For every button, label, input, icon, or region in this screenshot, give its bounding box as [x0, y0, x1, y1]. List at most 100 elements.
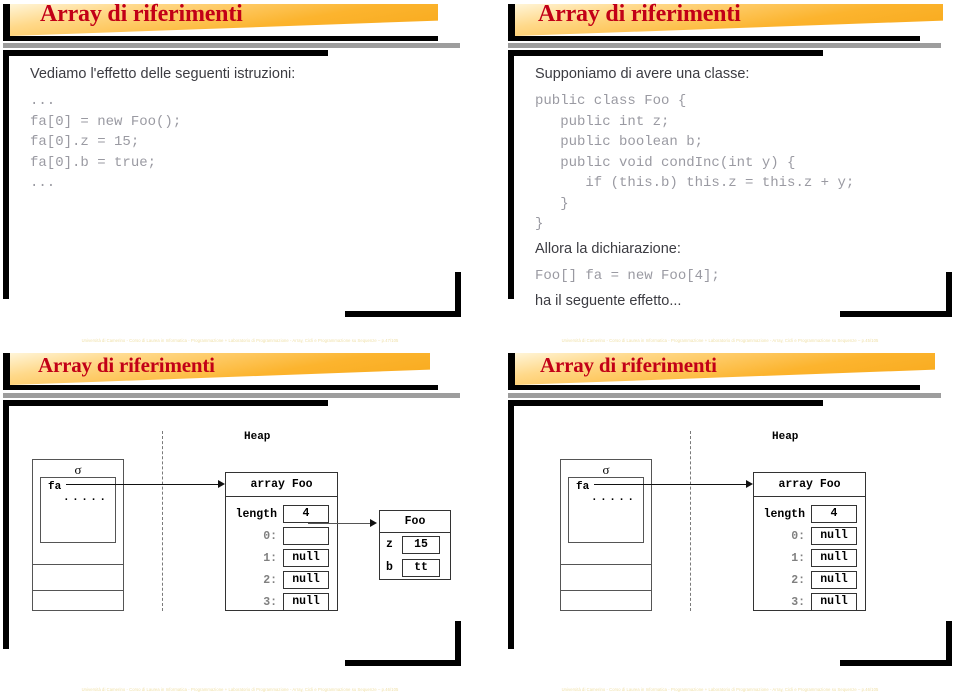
- slide-body: Supponiamo di avere una classe: public c…: [535, 64, 945, 309]
- array-fields: length 4 0: 1: null 2: null 3: null: [226, 497, 337, 613]
- env-divider-1: [561, 564, 651, 565]
- array-object-box: array Foo length 4 0: null 1: null 2: nu…: [753, 472, 866, 611]
- page-title: Array di riferimenti: [540, 353, 717, 377]
- length-label: length: [235, 507, 277, 521]
- code-block-declaration: Foo[] fa = new Foo[4];: [535, 268, 720, 285]
- slot-value-3: null: [811, 593, 857, 611]
- frame-top-bar: [3, 400, 328, 406]
- slide-footer: Università di Camerino - Corso di Laurea…: [81, 338, 399, 343]
- slot-index-2: 2:: [263, 573, 277, 587]
- intro-text: Supponiamo di avere una classe:: [535, 66, 750, 82]
- environment-ellipsis: .....: [63, 492, 109, 504]
- heap-label: Heap: [244, 431, 271, 443]
- foo-object-box: Foo z 15 b tt: [379, 510, 451, 580]
- frame-top-bar: [3, 50, 328, 56]
- environment-ellipsis: .....: [591, 492, 637, 504]
- array-slot-row: 1: null: [754, 547, 865, 569]
- slide-footer: Università di Camerino - Corso di Laurea…: [561, 338, 879, 343]
- frame-left-bar: [3, 400, 9, 649]
- length-label: length: [763, 507, 805, 521]
- slot-index-2: 2:: [791, 573, 805, 587]
- array-fields: length 4 0: null 1: null 2: null 3: null: [754, 497, 865, 613]
- arrow-slot0-to-foo: [308, 523, 372, 524]
- foo-object-title: Foo: [380, 511, 450, 533]
- arrow-fa-to-array: [66, 484, 221, 485]
- memory-diagram: σ fa ..... Heap array Foo length 4: [540, 411, 950, 651]
- slot-value-2: null: [811, 571, 857, 589]
- header-left-bar: [508, 4, 515, 38]
- foo-field-name-z: z: [386, 538, 393, 551]
- array-slot-row: 3: null: [754, 591, 865, 613]
- slot-index-0: 0:: [263, 529, 277, 543]
- slot-value-3: null: [283, 593, 329, 611]
- declaration-text: Allora la dichiarazione:: [535, 241, 681, 258]
- env-divider-2: [33, 590, 123, 591]
- slot-value-2: null: [283, 571, 329, 589]
- array-object-title: array Foo: [754, 473, 865, 497]
- array-slot-row: 0:: [226, 525, 337, 547]
- header-shadow-bar: [508, 385, 920, 390]
- slot-index-1: 1:: [791, 551, 805, 565]
- arrow-fa-to-array: [594, 484, 749, 485]
- page-title: Array di riferimenti: [40, 1, 243, 27]
- array-slot-row: 3: null: [226, 591, 337, 613]
- array-slot-row: 2: null: [226, 569, 337, 591]
- array-slot-row: 0: null: [754, 525, 865, 547]
- slot-index-0: 0:: [791, 529, 805, 543]
- code-block-class: public class Foo { public int z; public …: [535, 93, 855, 233]
- slide-body: Vediamo l'effetto delle seguenti istruzi…: [30, 64, 460, 309]
- env-divider-1: [33, 564, 123, 565]
- environment-frame-inner: fa .....: [568, 477, 644, 543]
- frame-bottom-bar: [840, 660, 952, 666]
- array-length-row: length 4: [226, 503, 337, 525]
- frame-top-bar: [508, 400, 823, 406]
- frame-bottom-bar: [840, 311, 952, 317]
- outro-text: ha il seguente effetto...: [535, 292, 682, 309]
- slide-top-left: Array di riferimenti Vediamo l'effetto d…: [0, 0, 480, 348]
- array-length-row: length 4: [754, 503, 865, 525]
- arrow-fa-to-array-head: [218, 480, 225, 488]
- slot-index-3: 3:: [791, 595, 805, 609]
- array-object-title: array Foo: [226, 473, 337, 497]
- foo-field-value-z: 15: [402, 535, 440, 554]
- array-object-box: array Foo length 4 0: 1: null 2: null 3:…: [225, 472, 338, 611]
- heap-label: Heap: [772, 431, 799, 443]
- foo-field-row: b tt: [380, 556, 450, 579]
- header-gray-rule: [3, 393, 460, 398]
- header-shadow-bar: [3, 385, 438, 390]
- code-block: ... fa[0] = new Foo(); fa[0].z = 15; fa[…: [30, 93, 182, 192]
- stack-heap-divider: [690, 431, 691, 611]
- env-divider-2: [561, 590, 651, 591]
- frame-left-bar: [3, 50, 9, 299]
- page-title: Array di riferimenti: [38, 353, 215, 377]
- frame-bottom-bar: [345, 660, 461, 666]
- slot-index-3: 3:: [263, 595, 277, 609]
- slot-value-1: null: [283, 549, 329, 567]
- length-value-cell: 4: [811, 505, 857, 523]
- slot-value-0: null: [811, 527, 857, 545]
- array-slot-row: 2: null: [754, 569, 865, 591]
- header-gray-rule: [3, 43, 460, 48]
- variable-name-fa: fa: [576, 481, 590, 493]
- header-left-bar: [3, 4, 10, 38]
- length-value-cell: 4: [283, 505, 329, 523]
- page-title: Array di riferimenti: [538, 1, 741, 27]
- slide-footer: Università di Camerino - Corso di Laurea…: [561, 687, 879, 692]
- header-shadow-bar: [508, 36, 920, 41]
- foo-field-value-b: tt: [402, 558, 440, 577]
- frame-top-bar: [508, 50, 823, 56]
- stack-heap-divider: [162, 431, 163, 611]
- slot-index-1: 1:: [263, 551, 277, 565]
- slide-top-right: Array di riferimenti Supponiamo di avere…: [480, 0, 960, 348]
- slide-bottom-left: Array di riferimenti σ fa ..... Heap arr…: [0, 349, 480, 697]
- header-left-bar: [508, 353, 515, 387]
- header-gray-rule: [508, 43, 941, 48]
- frame-left-bar: [508, 50, 514, 299]
- variable-name-fa: fa: [48, 481, 62, 493]
- header-gray-rule: [508, 393, 941, 398]
- environment-frame-inner: fa .....: [40, 477, 116, 543]
- foo-field-name-b: b: [386, 561, 393, 574]
- slide-grid: Array di riferimenti Vediamo l'effetto d…: [0, 0, 960, 697]
- array-slot-row: 1: null: [226, 547, 337, 569]
- slide-footer: Università di Camerino - Corso di Laurea…: [81, 687, 399, 692]
